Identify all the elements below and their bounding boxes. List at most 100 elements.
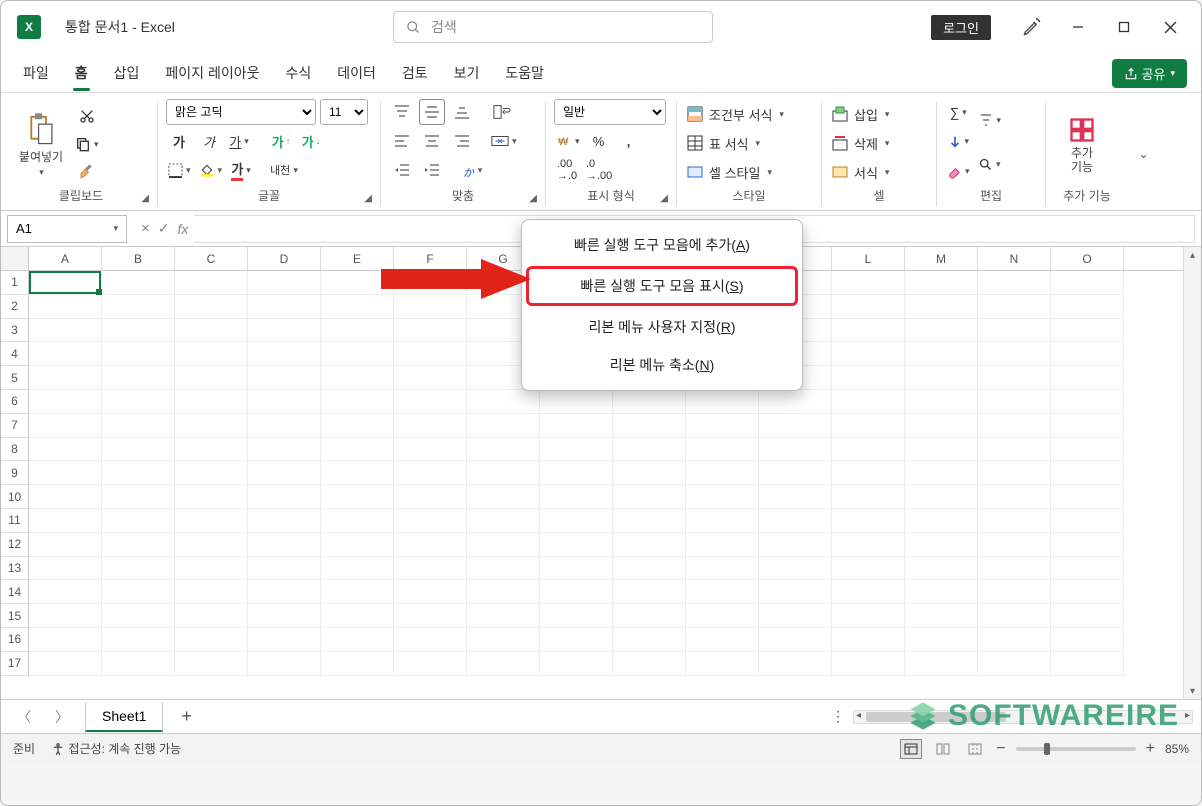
cell[interactable] (248, 533, 321, 557)
cell[interactable] (686, 390, 759, 414)
cell[interactable] (321, 461, 394, 485)
cell[interactable] (321, 485, 394, 509)
scroll-left-button[interactable]: ◂ (856, 710, 861, 721)
cell[interactable] (394, 366, 467, 390)
cell[interactable] (832, 295, 905, 319)
page-break-view-button[interactable] (964, 739, 986, 759)
cell[interactable] (175, 557, 248, 581)
clipboard-launcher[interactable]: ◢ (141, 193, 149, 204)
cell[interactable] (905, 580, 978, 604)
font-color-button[interactable]: 가▾ (228, 157, 254, 183)
cell[interactable] (321, 652, 394, 676)
cell[interactable] (905, 461, 978, 485)
cell[interactable] (102, 461, 175, 485)
cell[interactable] (905, 438, 978, 462)
cell[interactable] (102, 485, 175, 509)
cell[interactable] (102, 342, 175, 366)
cell[interactable] (832, 271, 905, 295)
cut-button[interactable] (73, 103, 101, 129)
cell[interactable] (1051, 295, 1124, 319)
cell[interactable] (467, 628, 540, 652)
cell[interactable] (540, 652, 613, 676)
zoom-slider[interactable] (1016, 747, 1136, 751)
cell[interactable] (832, 461, 905, 485)
indent-increase-button[interactable] (419, 157, 445, 183)
cell[interactable] (613, 509, 686, 533)
cell[interactable] (102, 366, 175, 390)
coming-soon-icon[interactable] (1009, 11, 1055, 43)
cell[interactable] (467, 390, 540, 414)
orientation-button[interactable]: ゕ▾ (459, 157, 485, 183)
tab-data[interactable]: 데이터 (327, 55, 386, 91)
cell[interactable] (613, 461, 686, 485)
cell[interactable] (29, 461, 102, 485)
cell[interactable] (832, 652, 905, 676)
cell[interactable] (613, 485, 686, 509)
cell[interactable] (613, 604, 686, 628)
cell[interactable] (394, 628, 467, 652)
cell[interactable] (540, 390, 613, 414)
select-all-corner[interactable] (1, 247, 29, 271)
cell[interactable] (978, 438, 1051, 462)
cell[interactable] (832, 414, 905, 438)
cell[interactable] (905, 628, 978, 652)
cell[interactable] (102, 557, 175, 581)
row-header[interactable]: 10 (1, 485, 29, 509)
cell[interactable] (1051, 557, 1124, 581)
cell[interactable] (102, 628, 175, 652)
cell[interactable] (29, 366, 102, 390)
cell[interactable] (29, 295, 102, 319)
cell[interactable] (248, 509, 321, 533)
cell[interactable] (905, 557, 978, 581)
cell[interactable] (394, 533, 467, 557)
cell[interactable] (905, 366, 978, 390)
cell[interactable] (686, 628, 759, 652)
cell[interactable] (394, 509, 467, 533)
cell[interactable] (759, 580, 832, 604)
cell[interactable] (613, 438, 686, 462)
cell[interactable] (321, 557, 394, 581)
share-button[interactable]: 공유 ▾ (1112, 59, 1187, 88)
cell[interactable] (175, 580, 248, 604)
cell[interactable] (321, 342, 394, 366)
tab-formulas[interactable]: 수식 (275, 55, 321, 91)
cell[interactable] (175, 604, 248, 628)
row-header[interactable]: 9 (1, 461, 29, 485)
cell[interactable] (978, 319, 1051, 343)
cell[interactable] (394, 652, 467, 676)
cell[interactable] (905, 342, 978, 366)
cell[interactable] (248, 628, 321, 652)
number-format-combo[interactable]: 일반 (554, 99, 666, 125)
cell[interactable] (905, 319, 978, 343)
cell[interactable] (1051, 580, 1124, 604)
border-button[interactable]: ▾ (166, 157, 193, 183)
row-header[interactable]: 3 (1, 319, 29, 343)
name-box[interactable]: A1 ▾ (7, 215, 127, 243)
cell[interactable] (29, 557, 102, 581)
align-left-button[interactable] (389, 128, 415, 154)
font-size-combo[interactable]: 11 (320, 99, 368, 125)
cell[interactable] (394, 319, 467, 343)
row-header[interactable]: 2 (1, 295, 29, 319)
menu-customize-ribbon[interactable]: 리본 메뉴 사용자 지정(R) (522, 308, 802, 346)
cell[interactable] (905, 533, 978, 557)
cell[interactable] (759, 390, 832, 414)
cell[interactable] (759, 438, 832, 462)
cell[interactable] (29, 533, 102, 557)
zoom-thumb[interactable] (1044, 743, 1050, 755)
table-format-button[interactable]: 표 서식▾ (685, 130, 813, 156)
addins-button[interactable]: 추가 기능 (1054, 99, 1110, 185)
cell[interactable] (248, 485, 321, 509)
column-header[interactable]: A (29, 247, 102, 270)
cell[interactable] (978, 533, 1051, 557)
tab-insert[interactable]: 삽입 (104, 55, 150, 91)
cell[interactable] (540, 628, 613, 652)
scroll-right-button[interactable]: ▸ (1185, 710, 1190, 721)
cell[interactable] (1051, 604, 1124, 628)
normal-view-button[interactable] (900, 739, 922, 759)
cell[interactable] (175, 319, 248, 343)
row-header[interactable]: 16 (1, 628, 29, 652)
close-button[interactable] (1147, 11, 1193, 43)
phonetic-button[interactable]: 내천▾ (268, 157, 300, 183)
cell[interactable] (248, 580, 321, 604)
